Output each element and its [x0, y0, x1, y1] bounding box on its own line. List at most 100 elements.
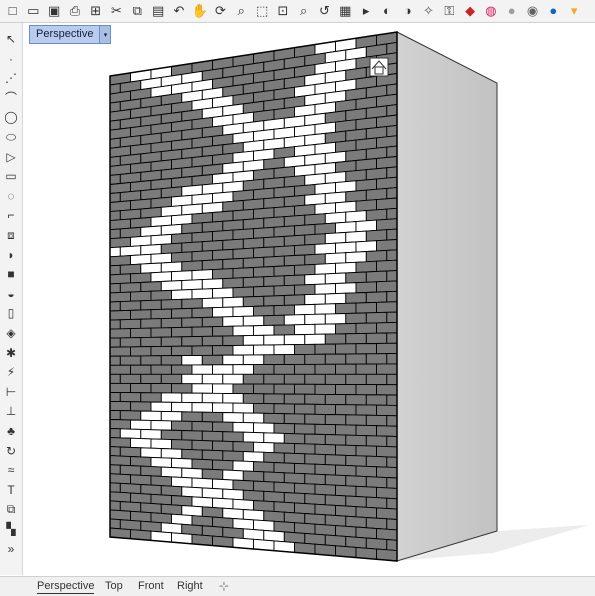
viewport-title-tab[interactable]: Perspective ▾ — [29, 25, 112, 44]
add-viewport-tab-icon[interactable]: ⊹ — [219, 579, 229, 593]
brick — [110, 391, 121, 403]
tab-top[interactable]: Top — [105, 580, 123, 593]
brick — [140, 428, 162, 440]
ellipse-icon[interactable]: ⬭ — [2, 128, 20, 146]
brick — [160, 242, 183, 255]
curve-icon[interactable]: ⌒ — [2, 89, 20, 107]
brick — [386, 394, 397, 406]
lightbulb-icon[interactable]: ✧ — [419, 1, 438, 20]
transform-icon[interactable]: ⧈ — [2, 226, 20, 244]
boolean-icon[interactable]: ◒ — [2, 285, 20, 303]
brick — [150, 308, 172, 320]
brick — [365, 394, 388, 406]
grid-icon[interactable]: ▦ — [336, 1, 355, 20]
cylinder-icon[interactable]: ▯ — [2, 304, 20, 322]
render-icon[interactable]: ♣ — [2, 422, 20, 440]
text-icon[interactable]: T — [2, 481, 20, 499]
rendered-sphere-icon[interactable]: ◉ — [523, 1, 542, 20]
lock-icon[interactable]: ⚿ — [440, 1, 459, 20]
brick — [242, 334, 265, 346]
tab-right[interactable]: Right — [177, 580, 203, 593]
brick — [273, 324, 295, 336]
point-icon[interactable]: · — [2, 50, 20, 68]
brick — [314, 383, 336, 395]
rotate-icon[interactable]: ↻ — [2, 442, 20, 460]
shaded-sphere-icon[interactable]: ● — [502, 1, 521, 20]
brick — [283, 393, 306, 405]
brick — [232, 305, 254, 318]
zoom-window-icon[interactable]: ⬚ — [253, 1, 272, 20]
brick — [253, 226, 275, 239]
copy-icon[interactable]: ⧉ — [128, 1, 147, 20]
color-wheel-icon[interactable]: ◍ — [481, 1, 500, 20]
print-icon[interactable]: ⎙ — [65, 1, 84, 20]
brick — [376, 342, 397, 355]
brick — [263, 510, 285, 523]
brick — [283, 452, 306, 465]
tab-front[interactable]: Front — [138, 580, 164, 593]
perspective-viewport[interactable]: Perspective ▾ — [23, 23, 595, 575]
mesh-icon[interactable]: ◈ — [2, 324, 20, 342]
undo-icon[interactable]: ↶ — [169, 1, 188, 20]
brick — [294, 323, 316, 336]
brick — [253, 441, 275, 454]
rotate-view-icon[interactable]: ⟳ — [211, 1, 230, 20]
expand-icon[interactable]: » — [2, 540, 20, 558]
brick — [345, 251, 367, 264]
new-file-icon[interactable]: □ — [3, 1, 22, 20]
dimension-icon[interactable]: ⊢ — [2, 383, 20, 401]
brick — [171, 232, 193, 245]
brick — [376, 301, 397, 314]
surface-icon[interactable]: ◗ — [2, 246, 20, 264]
rectangle-icon[interactable]: ▭ — [2, 167, 20, 185]
viewport-title-label[interactable]: Perspective — [30, 26, 99, 43]
brick — [304, 393, 326, 405]
zoom-extents-icon[interactable]: ⊡ — [273, 1, 292, 20]
brick — [355, 301, 377, 314]
undo-view-icon[interactable]: ↺ — [315, 1, 334, 20]
brick — [335, 404, 357, 416]
pan-icon[interactable]: ✋ — [190, 1, 209, 20]
select-arrow-icon[interactable]: ↖ — [2, 30, 20, 48]
hide-icon[interactable]: ◐ — [377, 1, 396, 20]
brick — [263, 412, 285, 424]
show-icon[interactable]: ◑ — [398, 1, 417, 20]
brick — [119, 464, 142, 476]
zoom-selected-icon[interactable]: ⌕ — [294, 1, 313, 20]
group-icon[interactable]: ⧉ — [2, 500, 20, 518]
save-icon[interactable]: ▣ — [45, 1, 64, 20]
box-solid-icon[interactable]: ■ — [2, 265, 20, 283]
fillet-icon[interactable]: ⌐ — [2, 206, 20, 224]
brick — [263, 373, 285, 385]
polyline-icon[interactable]: ⋰ — [2, 69, 20, 87]
gear-icon[interactable]: ✱ — [2, 344, 20, 362]
brick — [283, 334, 306, 346]
brick — [294, 283, 316, 296]
tab-perspective[interactable]: Perspective — [37, 580, 95, 594]
cut-icon[interactable]: ✂ — [107, 1, 126, 20]
more-tools-icon[interactable]: ▾ — [565, 1, 584, 20]
select-filter-icon[interactable]: ▸ — [357, 1, 376, 20]
chevron-down-icon[interactable]: ▾ — [99, 26, 111, 43]
polygon-icon[interactable]: ▷ — [2, 148, 20, 166]
brick — [324, 292, 347, 305]
brick — [314, 363, 336, 375]
lightning-icon[interactable]: ⚡ — [2, 363, 20, 381]
brick — [119, 245, 142, 257]
brick — [150, 289, 172, 301]
brick — [110, 173, 121, 185]
align-icon[interactable]: ⊥ — [2, 402, 20, 420]
brick — [130, 437, 152, 449]
import-icon[interactable]: ⊞ — [86, 1, 105, 20]
zoom-icon[interactable]: ⌕ — [232, 1, 251, 20]
block-icon[interactable]: ▚ — [2, 520, 20, 538]
sweep-icon[interactable]: ≈ — [2, 461, 20, 479]
layer-color-icon[interactable]: ◆ — [461, 1, 480, 20]
render-sphere-icon[interactable]: ● — [544, 1, 563, 20]
circle-icon[interactable]: ◯ — [2, 108, 20, 126]
arc-icon[interactable]: ◌ — [2, 187, 20, 205]
brick — [294, 423, 316, 435]
open-file-icon[interactable]: ▭ — [24, 1, 43, 20]
orientation-cube-icon[interactable] — [369, 57, 389, 77]
paste-icon[interactable]: ▤ — [149, 1, 168, 20]
